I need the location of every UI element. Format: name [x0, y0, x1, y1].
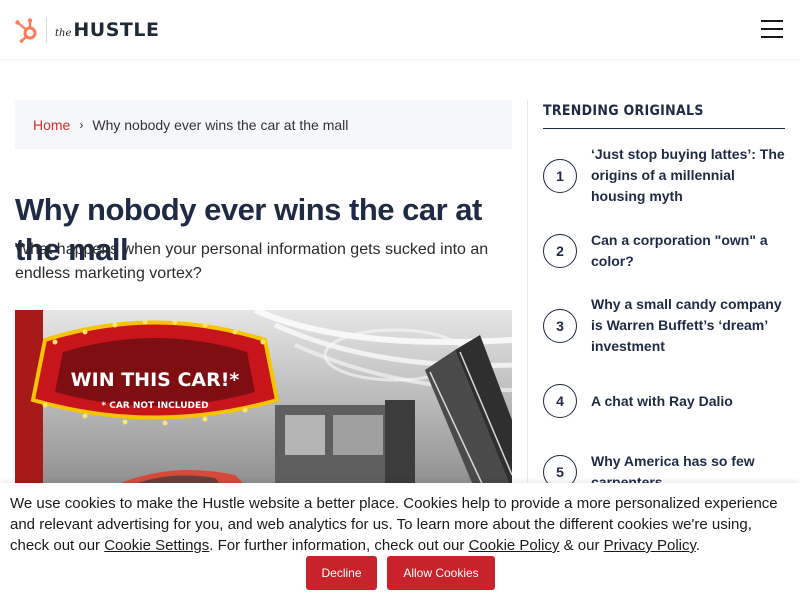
sign-main-text: WIN THIS CAR!*: [71, 369, 240, 391]
trending-item-4[interactable]: 4 A chat with Ray Dalio: [543, 384, 785, 418]
trending-title[interactable]: Can a corporation "own" a color?: [591, 230, 785, 272]
hamburger-menu-icon[interactable]: [761, 20, 785, 40]
privacy-policy-link[interactable]: Privacy Policy: [604, 537, 696, 554]
breadcrumb-separator: ›: [79, 117, 84, 132]
breadcrumb-home-link[interactable]: Home: [33, 117, 70, 133]
trending-title[interactable]: Why a small candy company is Warren Buff…: [591, 294, 785, 357]
hubspot-icon: [15, 18, 37, 43]
cookie-text-part: & our: [559, 537, 604, 554]
logo-divider: [46, 17, 47, 43]
trending-item-1[interactable]: 1 ‘Just stop buying lattes’: The origins…: [543, 144, 785, 207]
breadcrumb: Home › Why nobody ever wins the car at t…: [15, 100, 512, 149]
cookie-policy-link[interactable]: Cookie Policy: [469, 537, 560, 554]
sign-note-text: * CAR NOT INCLUDED: [101, 401, 208, 411]
trending-title[interactable]: A chat with Ray Dalio: [591, 391, 733, 412]
trending-item-3[interactable]: 3 Why a small candy company is Warren Bu…: [543, 294, 785, 357]
cookie-settings-link[interactable]: Cookie Settings: [104, 537, 209, 554]
sidebar-divider: [527, 100, 528, 490]
cookie-message: We use cookies to make the Hustle websit…: [10, 493, 795, 556]
hero-image: WIN THIS CAR!* * CAR NOT INCLUDED: [15, 310, 512, 490]
trending-number: 4: [543, 384, 577, 418]
cookie-text-part: . For further information, check out our: [209, 537, 469, 554]
site-header: the HUSTLE: [0, 0, 800, 60]
decline-button[interactable]: Decline: [306, 556, 377, 590]
the-hustle-wordmark: the HUSTLE: [55, 19, 159, 41]
logo-hustle: HUSTLE: [73, 19, 160, 41]
mall-illustration: WIN THIS CAR!* * CAR NOT INCLUDED: [15, 310, 512, 490]
allow-cookies-button[interactable]: Allow Cookies: [387, 556, 495, 590]
trending-number: 2: [543, 234, 577, 268]
trending-heading: TRENDING ORIGINALS: [543, 103, 785, 129]
trending-title[interactable]: ‘Just stop buying lattes’: The origins o…: [591, 144, 785, 207]
logo-the: the: [55, 28, 72, 39]
article-subtitle: What happens when your personal informat…: [15, 241, 489, 282]
trending-item-2[interactable]: 2 Can a corporation "own" a color?: [543, 230, 785, 272]
cookie-banner: We use cookies to make the Hustle websit…: [0, 483, 800, 600]
breadcrumb-current: Why nobody ever wins the car at the mall: [92, 116, 349, 133]
site-logo[interactable]: the HUSTLE: [14, 16, 159, 44]
cookie-text-part: .: [695, 537, 701, 554]
trending-number: 3: [543, 308, 577, 343]
trending-number: 1: [543, 158, 577, 193]
